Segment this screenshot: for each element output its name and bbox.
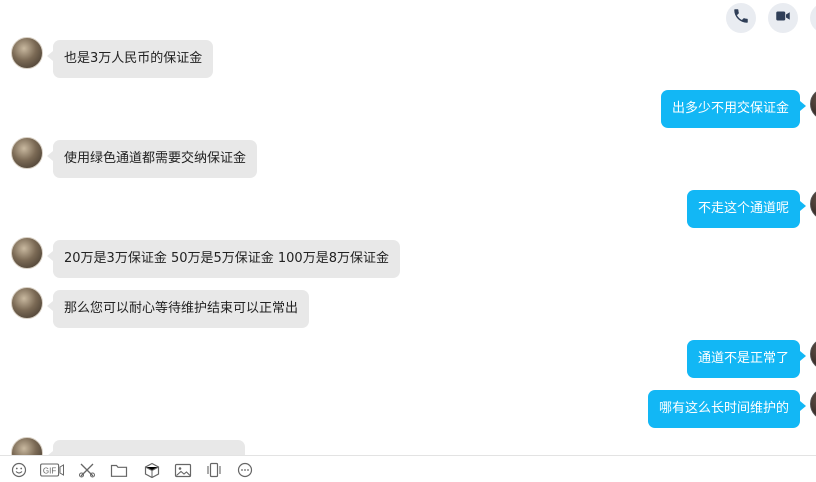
chat-area: 也是3万人民币的保证金 出多少不用交保证金 使用绿色通道都需要交纳保证金 不走这… bbox=[0, 0, 816, 455]
message-bubble-outgoing: 不走这个通道呢 bbox=[686, 190, 807, 228]
message-bubble-outgoing: 通道不是正常了 bbox=[686, 340, 807, 378]
message-bubble-incoming: 使用绿色通道都需要交纳保证金 bbox=[46, 140, 258, 178]
avatar[interactable] bbox=[810, 88, 816, 120]
video-call-button[interactable] bbox=[768, 3, 798, 33]
phone-icon bbox=[732, 7, 750, 29]
chat-header bbox=[0, 0, 816, 36]
message-bubble-outgoing: 出多少不用交保证金 bbox=[660, 90, 807, 128]
video-camera-icon bbox=[774, 7, 792, 29]
more-call-button[interactable] bbox=[810, 3, 816, 33]
message-bubble-incoming: 那么您可以耐心等待维护结束可以正常出 bbox=[46, 290, 310, 328]
avatar[interactable] bbox=[810, 388, 816, 420]
avatar[interactable] bbox=[11, 237, 43, 269]
message-bubble-incoming: 也是3万人民币的保证金 bbox=[46, 40, 214, 78]
message-bubble-incoming bbox=[47, 440, 245, 455]
avatar[interactable] bbox=[810, 338, 816, 370]
avatar[interactable] bbox=[11, 137, 43, 169]
avatar[interactable] bbox=[11, 437, 43, 455]
avatar[interactable] bbox=[11, 287, 43, 319]
message-bubble-incoming: 20万是3万保证金 50万是5万保证金 100万是8万保证金 bbox=[47, 240, 400, 278]
avatar[interactable] bbox=[810, 188, 816, 220]
avatar[interactable] bbox=[11, 37, 43, 69]
message-bubble-outgoing: 哪有这么长时间维护的 bbox=[647, 390, 807, 428]
input-toolbar: GIF bbox=[0, 455, 816, 479]
voice-call-button[interactable] bbox=[726, 3, 756, 33]
gif-label: GIF bbox=[43, 467, 56, 476]
